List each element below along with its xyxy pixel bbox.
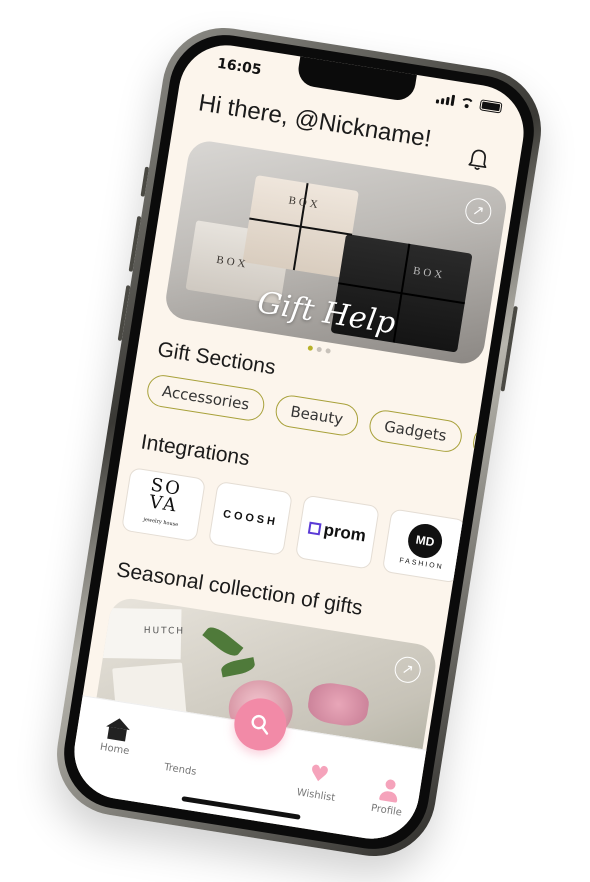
tab-wishlist-label: Wishlist — [295, 787, 336, 804]
chip-gadgets[interactable]: Gadgets — [367, 408, 464, 455]
brand-broc[interactable]: BROC — [468, 522, 531, 598]
tab-trends[interactable]: Trends — [150, 734, 215, 780]
bell-icon[interactable] — [466, 146, 491, 173]
profile-icon — [377, 778, 402, 803]
status-icons — [435, 92, 503, 114]
tab-trends-label: Trends — [163, 761, 198, 778]
tab-profile-label: Profile — [370, 802, 403, 819]
brand-prom[interactable]: prom — [294, 494, 380, 570]
box-brand-text: HUTCH — [143, 625, 186, 637]
signal-icon — [435, 92, 456, 107]
carousel-dot[interactable] — [325, 348, 331, 354]
chip-beauty[interactable]: Beauty — [273, 393, 361, 438]
trends-icon — [171, 737, 197, 762]
leaf-image — [202, 622, 244, 661]
volume-down-button — [117, 285, 131, 342]
phone-bezel: 16:05 Hi there, @Nickname! BOX BOX BOX G… — [56, 27, 542, 857]
arrow-up-right-icon[interactable]: ↗ — [392, 654, 423, 685]
tab-home[interactable]: Home — [84, 714, 149, 760]
brand-sova[interactable]: SO VA jewelry house — [121, 467, 207, 543]
tab-home-label: Home — [99, 741, 131, 758]
home-indicator — [181, 796, 301, 820]
mute-switch — [140, 166, 150, 197]
carousel-dots — [307, 345, 331, 354]
tab-wishlist[interactable]: ♥ Wishlist — [285, 760, 350, 806]
brand-md-fashion[interactable]: MD FASHION — [381, 508, 467, 584]
battery-icon — [479, 99, 503, 114]
md-logo: MD — [405, 521, 445, 561]
carousel-dot[interactable] — [316, 346, 323, 353]
leaf-image — [219, 657, 257, 678]
chip-accessories[interactable]: Accessories — [144, 372, 267, 423]
brand-coosh[interactable]: COOSH — [207, 480, 293, 556]
app-screen: 16:05 Hi there, @Nickname! BOX BOX BOX G… — [67, 38, 531, 846]
gift-sections-title: Gift Sections — [155, 337, 278, 380]
integrations-title: Integrations — [139, 430, 252, 471]
md-sub-label: FASHION — [398, 557, 445, 572]
sova-logo: SO VA jewelry house — [142, 473, 184, 528]
search-icon — [251, 714, 269, 735]
chip-partial[interactable] — [470, 424, 506, 461]
flower-image — [305, 679, 372, 729]
carousel-dot-active[interactable] — [307, 345, 314, 351]
prom-logo: prom — [307, 518, 367, 547]
volume-up-button — [128, 215, 142, 272]
home-icon — [104, 716, 131, 741]
status-time: 16:05 — [215, 55, 263, 79]
wifi-icon — [459, 97, 474, 109]
coosh-logo: COOSH — [222, 508, 279, 529]
phone-device: 16:05 Hi there, @Nickname! BOX BOX BOX G… — [48, 19, 550, 865]
gift-help-banner[interactable]: BOX BOX BOX Gift Help ↗ — [163, 138, 510, 367]
tab-profile[interactable]: Profile — [356, 775, 421, 821]
broc-logo: BROC — [489, 550, 531, 569]
